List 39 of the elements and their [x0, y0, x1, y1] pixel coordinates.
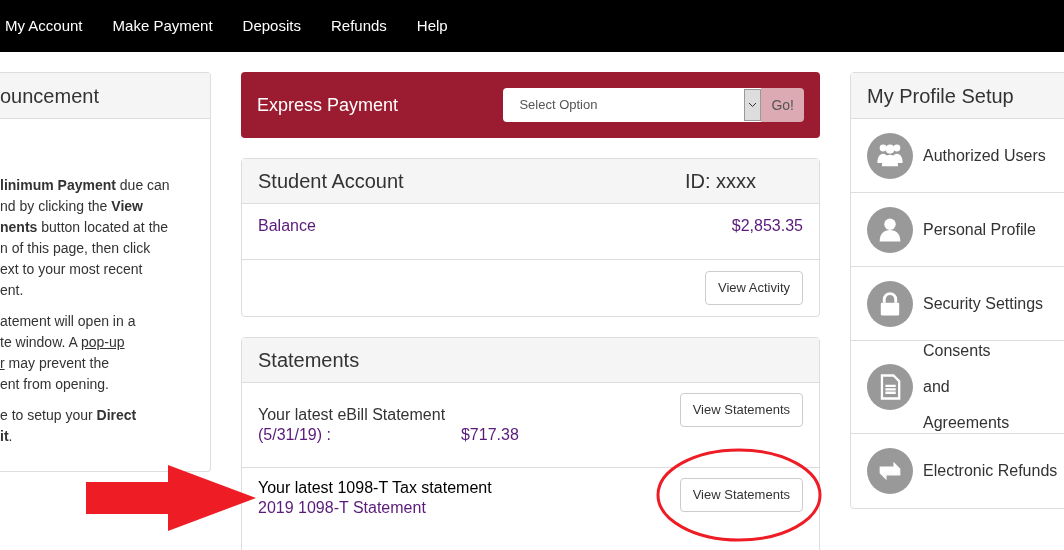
- popup-link[interactable]: r: [0, 355, 5, 371]
- profile-item[interactable]: Authorized Users: [851, 119, 1064, 193]
- nav-link[interactable]: Help: [416, 14, 448, 38]
- announcement-paragraph: atement will open in a te window. A pop-up r may prevent the ent from opening.: [0, 312, 137, 394]
- panel-title: Express Payment: [257, 93, 399, 117]
- nav-link[interactable]: Make Payment: [112, 14, 213, 38]
- profile-item[interactable]: Personal Profile: [851, 193, 1064, 267]
- announcement-paragraph: linimum Payment due can nd by clicking the View nents button located at the n of this page, then click ext to your most recent ent.: [0, 176, 171, 300]
- profile-item[interactable]: Electronic Refunds: [851, 434, 1064, 508]
- announcement-paragraph: e to setup your Direct it.: [0, 406, 138, 446]
- nav-link[interactable]: Deposits: [242, 14, 301, 38]
- profile-item[interactable]: Security Settings: [851, 267, 1064, 341]
- statement-amount: $717.38: [460, 425, 519, 445]
- nav-link[interactable]: Refunds: [330, 14, 387, 38]
- statement-title: Your latest 1098-T Tax statement: [258, 478, 492, 498]
- select-dropdown[interactable]: Select Option: [503, 88, 762, 122]
- profile-item[interactable]: Consents and Agreements: [851, 341, 1064, 434]
- chevron-down-icon: [748, 102, 758, 108]
- panel-title: Student Account: [258, 169, 404, 194]
- statement-link[interactable]: 2019 1098-T Statement: [258, 498, 426, 518]
- document-icon: [867, 364, 913, 410]
- panel-title: Statements: [258, 348, 360, 373]
- go-button[interactable]: Go!: [761, 88, 804, 122]
- lock-icon: [867, 280, 913, 327]
- swap-arrows-icon: [867, 448, 913, 494]
- users-icon: [867, 132, 913, 179]
- statement-link[interactable]: (5/31/19) :: [258, 425, 331, 445]
- popup-link[interactable]: pop-up: [80, 334, 125, 350]
- panel-title: My Profile Setup: [867, 83, 1014, 109]
- view-button[interactable]: View Activity: [705, 271, 803, 305]
- view-button[interactable]: View Statements: [679, 393, 803, 427]
- panel-title: ouncement: [0, 83, 99, 109]
- view-button[interactable]: View Statements: [679, 478, 803, 512]
- user-icon: [867, 206, 913, 253]
- statement-title: Your latest eBill Statement: [258, 405, 447, 425]
- balance-amount: $2,853.35: [731, 216, 803, 236]
- nav-link[interactable]: My Account: [5, 14, 83, 38]
- balance-link[interactable]: Balance: [258, 214, 316, 259]
- account-id: ID: xxxx: [684, 169, 756, 194]
